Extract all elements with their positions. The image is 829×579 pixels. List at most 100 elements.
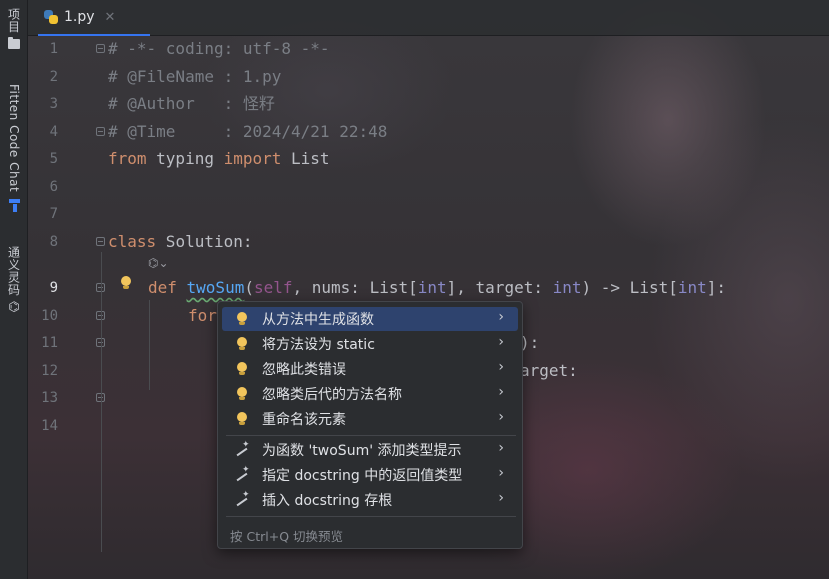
keyword: def <box>148 278 187 297</box>
line-number: 11 <box>41 335 58 351</box>
python-file-icon <box>44 10 58 24</box>
params: ], target: <box>446 278 553 297</box>
chevron-right-icon: › <box>498 409 504 425</box>
menu-item-ignore-method-names[interactable]: 忽略类后代的方法名称 › <box>222 382 518 406</box>
return-annotation: ) -> List[ <box>581 278 678 297</box>
chevron-right-icon: › <box>498 465 504 481</box>
comment: # -*- coding: utf-8 -*- <box>108 39 330 58</box>
menu-item-label: 插入 docstring 存根 <box>262 493 393 509</box>
menu-item-make-static[interactable]: 将方法设为 static › <box>222 332 518 356</box>
menu-item-label: 指定 docstring 中的返回值类型 <box>262 468 463 484</box>
line-number: 13 <box>41 390 58 406</box>
project-tool-label: 项目 <box>6 8 21 33</box>
chevron-right-icon: › <box>498 384 504 400</box>
code-line-5[interactable]: from typing import List <box>108 147 330 171</box>
code-line-4[interactable]: # @Time : 2024/4/21 22:48 <box>108 120 387 144</box>
menu-item-add-type-hints[interactable]: 为函数 'twoSum' 添加类型提示 › <box>222 438 518 462</box>
menu-item-ignore-error[interactable]: 忽略此类错误 › <box>222 357 518 381</box>
menu-separator <box>226 435 516 436</box>
line-number: 7 <box>49 206 58 222</box>
code-fragment: arget: <box>520 361 578 380</box>
indent-guide <box>149 300 150 390</box>
code-line-1[interactable]: # -*- coding: utf-8 -*- <box>108 37 330 61</box>
menu-item-label: 忽略类后代的方法名称 <box>262 387 402 403</box>
menu-item-label: 重命名该元素 <box>262 412 346 428</box>
line-number: 8 <box>49 234 58 250</box>
line-number: 6 <box>49 179 58 195</box>
code-line-8[interactable]: class Solution: <box>108 230 253 254</box>
chevron-right-icon: › <box>498 309 504 325</box>
comment: # @Time : 2024/4/21 22:48 <box>108 122 388 141</box>
line-number: 10 <box>41 308 58 324</box>
tab-1-py[interactable]: 1.py ✕ <box>38 0 150 36</box>
wand-icon <box>234 440 250 458</box>
params: , nums: List[ <box>292 278 418 297</box>
fitten-code-chat-tool-button[interactable]: Fitten Code Chat <box>0 84 28 213</box>
type-int: int <box>417 278 447 297</box>
comment: # @FileName : 1.py <box>108 67 282 86</box>
keyword: class <box>108 232 157 251</box>
bulb-icon <box>234 311 250 327</box>
tool-window-strip: 项目 Fitten Code Chat 通义灵码 ⌬ <box>0 0 28 579</box>
line-number: 12 <box>41 363 58 379</box>
tab-filename: 1.py <box>64 9 95 25</box>
chevron-right-icon: › <box>498 490 504 506</box>
menu-item-label: 从方法中生成函数 <box>262 312 374 328</box>
line-number-current: 9 <box>49 280 58 296</box>
code-line-3[interactable]: # @Author : 怪籽 <box>108 92 275 116</box>
module-name: typing <box>146 149 224 168</box>
line-number: 14 <box>41 418 58 434</box>
bulb-icon <box>234 386 250 402</box>
line-number: 2 <box>49 69 58 85</box>
lightbulb-icon[interactable] <box>120 276 132 290</box>
bulb-icon <box>234 336 250 352</box>
punctuation: ]: <box>706 278 727 297</box>
code-line-12-tail[interactable]: arget: <box>520 359 578 383</box>
code-line-10[interactable]: for <box>188 304 217 328</box>
line-number: 1 <box>49 41 58 57</box>
menu-item-rename-element[interactable]: 重命名该元素 › <box>222 407 518 431</box>
keyword: import <box>223 149 282 168</box>
function-name: twoSum <box>186 278 245 297</box>
line-number: 5 <box>49 151 58 167</box>
chevron-right-icon: › <box>498 334 504 350</box>
fitten-code-chat-label: Fitten Code Chat <box>7 84 21 193</box>
menu-item-insert-docstring-stub[interactable]: 插入 docstring 存根 › <box>222 488 518 512</box>
ai-assistant-hint-icon[interactable]: ⌬⌄ <box>148 256 169 270</box>
chevron-right-icon: › <box>498 440 504 456</box>
project-tool-button[interactable]: 项目 <box>0 8 28 49</box>
punctuation: ( <box>244 278 254 297</box>
bulb-icon <box>234 361 250 377</box>
fold-marker[interactable] <box>96 237 105 246</box>
menu-item-docstring-return-type[interactable]: 指定 docstring 中的返回值类型 › <box>222 463 518 487</box>
menu-separator <box>226 516 516 517</box>
tongyi-label: 通义灵码 <box>6 246 21 296</box>
line-number: 4 <box>49 124 58 140</box>
code-line-9[interactable]: def twoSum(self, nums: List[int], target… <box>148 276 726 300</box>
bulb-icon <box>234 411 250 427</box>
wand-icon <box>234 465 250 483</box>
chevron-right-icon: › <box>498 359 504 375</box>
type-int: int <box>677 278 707 297</box>
keyword: for <box>188 306 217 325</box>
preview-toggle-hint: 按 Ctrl+Q 切换预览 <box>230 529 344 544</box>
comment: # @Author : 怪籽 <box>108 94 275 113</box>
fitten-logo-icon <box>7 198 21 213</box>
menu-item-label: 忽略此类错误 <box>262 362 346 378</box>
self-param: self <box>253 278 293 297</box>
fold-marker[interactable] <box>96 44 105 53</box>
folder-icon <box>8 37 20 49</box>
intention-actions-popup: 从方法中生成函数 › 将方法设为 static › 忽略此类错误 › 忽略类后代… <box>217 301 523 549</box>
indent-guide <box>101 252 102 552</box>
menu-item-generate-function[interactable]: 从方法中生成函数 › <box>222 307 518 331</box>
close-icon[interactable]: ✕ <box>105 10 116 25</box>
keyword: from <box>108 149 147 168</box>
fold-marker[interactable] <box>96 127 105 136</box>
wand-icon <box>234 490 250 508</box>
menu-item-label: 为函数 'twoSum' 添加类型提示 <box>262 443 462 459</box>
code-line-2[interactable]: # @FileName : 1.py <box>108 65 281 89</box>
class-name: Solution: <box>156 232 253 251</box>
imported-name: List <box>281 149 330 168</box>
tongyi-tool-button[interactable]: 通义灵码 ⌬ <box>0 246 28 315</box>
menu-item-label: 将方法设为 static <box>262 337 375 353</box>
